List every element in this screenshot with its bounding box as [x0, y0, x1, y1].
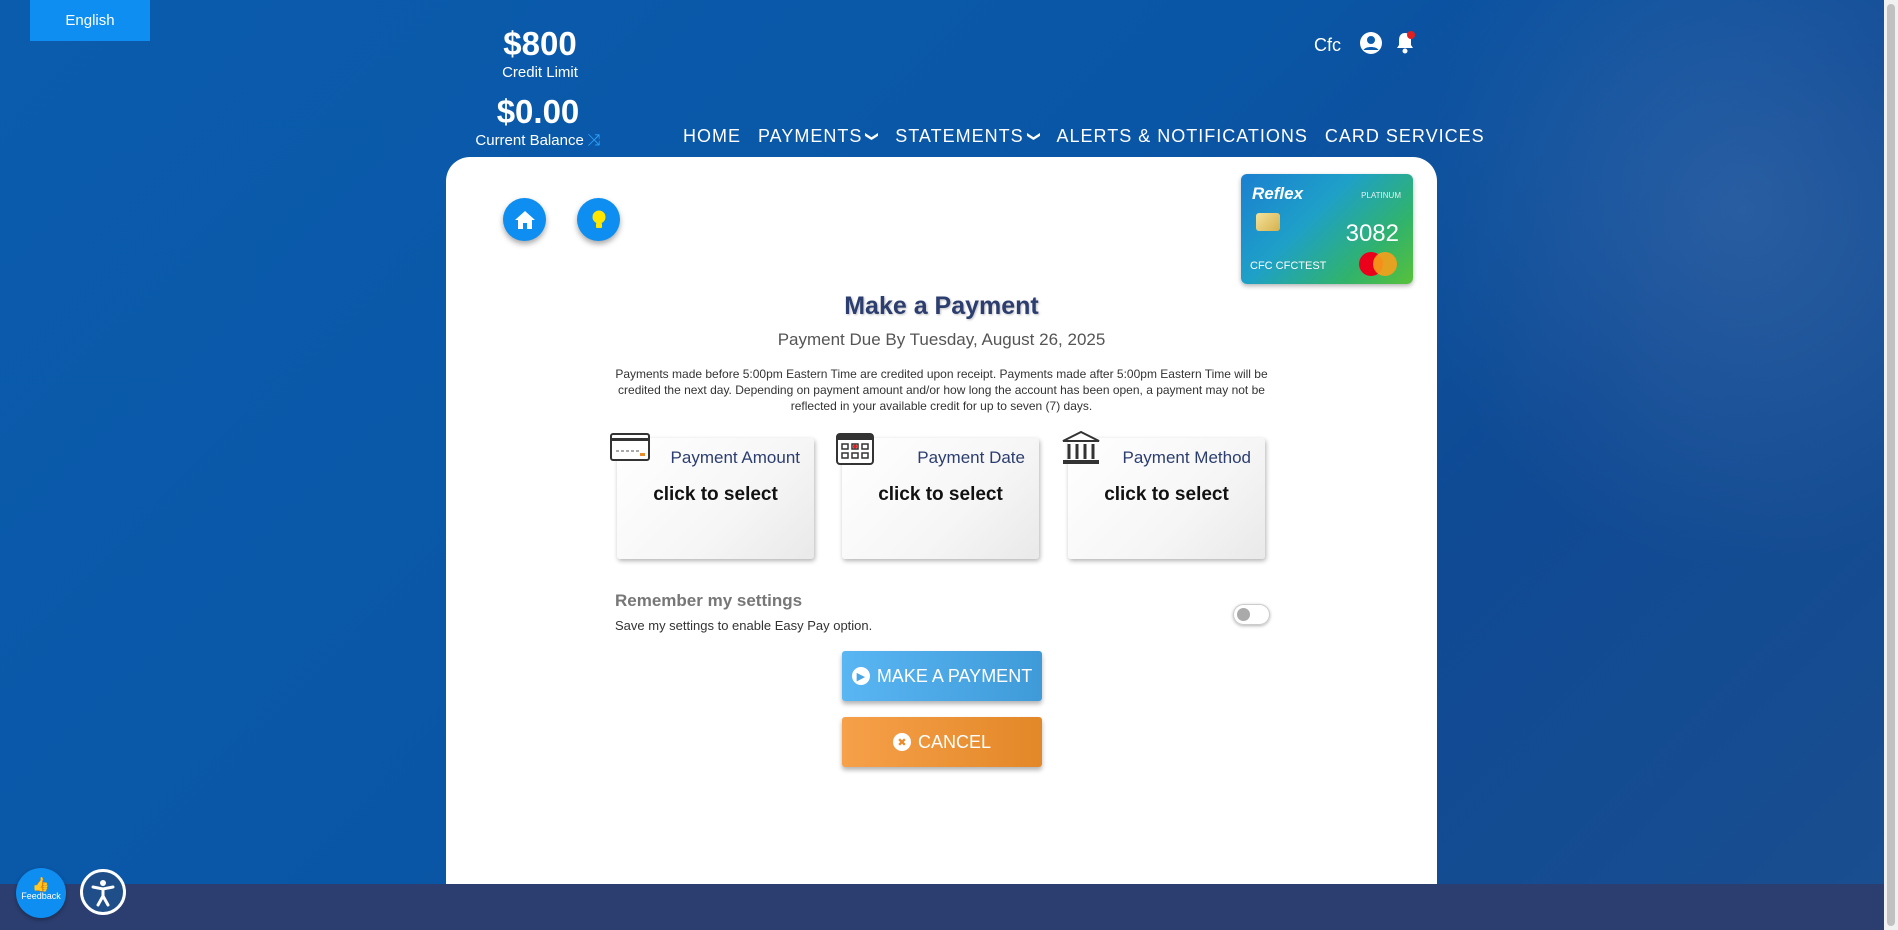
nav-card-services[interactable]: CARD SERVICES: [1325, 126, 1485, 147]
current-balance-label: Current Balance: [475, 132, 584, 149]
credit-limit-block: $800 Credit Limit: [470, 24, 610, 82]
make-payment-label: MAKE A PAYMENT: [876, 665, 1033, 686]
accessibility-icon: [91, 880, 115, 907]
page-scrollbar[interactable]: [1884, 0, 1898, 930]
current-balance-block: $0.00 Current Balance ⤨: [458, 92, 618, 150]
close-icon: ✖: [892, 733, 911, 751]
payment-due-date: Payment Due By Tuesday, August 26, 2025: [777, 330, 1106, 349]
scrollbar-thumb[interactable]: [1887, 4, 1895, 926]
nav-statements[interactable]: STATEMENTS ❯: [895, 126, 1042, 147]
make-payment-button[interactable]: ▶ MAKE A PAYMENT: [842, 651, 1042, 701]
accessibility-button[interactable]: [80, 869, 126, 915]
cancel-label: CANCEL: [917, 731, 992, 752]
feedback-button[interactable]: 👍 Feedback: [16, 868, 66, 918]
payment-amount-label: Payment Amount: [670, 448, 800, 467]
user-name: Cfc: [1314, 35, 1341, 55]
user-area: Cfc: [1314, 30, 1417, 61]
user-account-icon[interactable]: [1359, 31, 1383, 60]
card-chip-icon: [1256, 213, 1280, 231]
play-icon: ▶: [851, 667, 870, 685]
remember-settings-toggle[interactable]: [1233, 604, 1270, 625]
footer-bar: [0, 884, 1884, 930]
tips-button[interactable]: [577, 198, 620, 241]
credit-limit-label: Credit Limit: [502, 64, 578, 81]
feedback-label: Feedback: [21, 891, 61, 901]
thumbs-icon: 👍: [32, 876, 50, 892]
remember-settings-subtitle: Save my settings to enable Easy Pay opti…: [615, 618, 873, 633]
payment-date-selector[interactable]: Payment Date click to select: [836, 433, 1039, 559]
payment-date-value: click to select: [878, 484, 1003, 505]
payment-method-label: Payment Method: [1122, 448, 1251, 467]
toggle-knob: [1237, 608, 1250, 621]
cancel-button[interactable]: ✖ CANCEL: [842, 717, 1042, 767]
card-last4: 3082: [1345, 220, 1399, 247]
mastercard-logo-icon: [1373, 252, 1397, 276]
lightbulb-icon: [592, 210, 605, 228]
notification-bell-icon[interactable]: [1393, 30, 1417, 61]
payment-method-value: click to select: [1104, 484, 1229, 505]
page-title: Make a Payment: [844, 292, 1039, 320]
nav-home[interactable]: HOME: [683, 126, 741, 147]
background-globe: [1378, 0, 1898, 600]
home-button[interactable]: [503, 198, 546, 241]
payment-method-selector[interactable]: Payment Method click to select: [1062, 430, 1265, 559]
card-brand: Reflex: [1252, 184, 1304, 203]
current-balance-value: $0.00: [496, 93, 580, 130]
remember-settings-title: Remember my settings: [615, 591, 803, 610]
main-nav: HOME PAYMENTS ❯ STATEMENTS ❯ ALERTS & NOTI…: [683, 126, 1502, 147]
shuffle-icon[interactable]: ⤨: [588, 132, 601, 149]
credit-limit-value: $800: [503, 25, 577, 62]
payment-date-label: Payment Date: [917, 448, 1025, 467]
nav-payments[interactable]: PAYMENTS ❯: [758, 126, 881, 147]
credit-card-image: Reflex PLATINUM 3082 CFC CFCTEST: [1241, 174, 1413, 284]
language-button[interactable]: English: [30, 0, 150, 41]
card-tier: PLATINUM: [1361, 191, 1401, 200]
nav-alerts[interactable]: ALERTS & NOTIFICATIONS: [1057, 126, 1308, 147]
payment-disclaimer: Payments made before 5:00pm Eastern Time…: [615, 367, 1268, 413]
payment-amount-value: click to select: [653, 484, 778, 505]
card-holder: CFC CFCTEST: [1250, 260, 1327, 272]
chevron-down-icon: ❯: [865, 130, 881, 143]
home-icon: [514, 210, 535, 229]
payment-amount-selector[interactable]: Payment Amount click to select: [610, 433, 814, 559]
chevron-down-icon: ❯: [1026, 130, 1042, 143]
